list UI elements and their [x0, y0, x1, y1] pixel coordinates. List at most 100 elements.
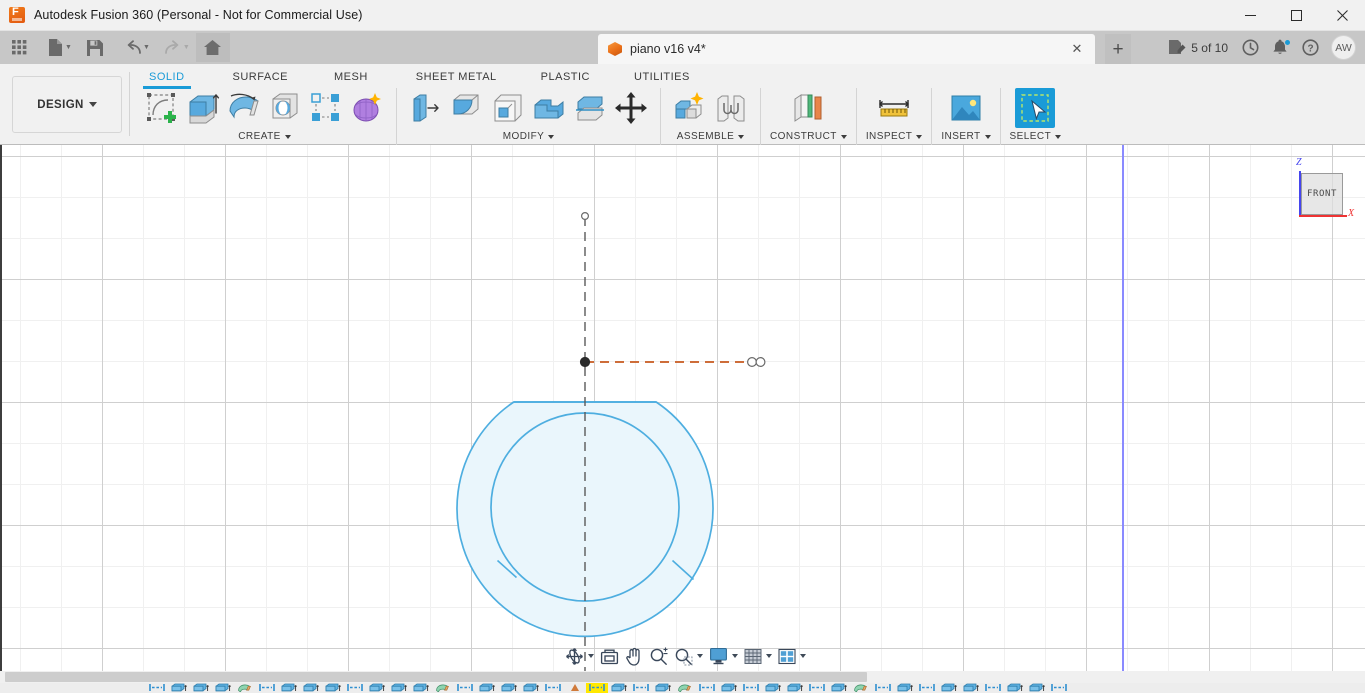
- tab-mesh[interactable]: MESH: [321, 66, 381, 89]
- timeline-node-sketch[interactable]: [630, 683, 652, 693]
- timeline-node-extrude[interactable]: [322, 683, 344, 693]
- timeline-node-revolve[interactable]: [674, 683, 696, 693]
- panel-create-label[interactable]: CREATE: [238, 131, 291, 142]
- form-button[interactable]: [347, 88, 387, 128]
- scrollbar-thumb[interactable]: [5, 672, 867, 682]
- clock-icon[interactable]: [1236, 35, 1264, 61]
- orbit-button[interactable]: [562, 645, 587, 667]
- close-icon[interactable]: ✕: [1069, 41, 1085, 57]
- joint-button[interactable]: [711, 88, 751, 128]
- panel-inspect-label[interactable]: INSPECT: [866, 131, 923, 142]
- timeline-node-extrude[interactable]: [1026, 683, 1048, 693]
- grid-snaps-caret-icon[interactable]: [766, 654, 772, 658]
- timeline-node-extrude[interactable]: [366, 683, 388, 693]
- insert-image-button[interactable]: [946, 88, 986, 128]
- timeline-node-sketch[interactable]: [806, 683, 828, 693]
- timeline-node-extrude[interactable]: [190, 683, 212, 693]
- shell-button[interactable]: [488, 88, 528, 128]
- create-sketch-button[interactable]: [142, 88, 182, 128]
- horizontal-scrollbar[interactable]: [0, 671, 1365, 683]
- construct-plane-button[interactable]: [788, 88, 828, 128]
- timeline-node-sketch[interactable]: [1048, 683, 1070, 693]
- timeline-node-extrude[interactable]: [212, 683, 234, 693]
- split-face-button[interactable]: [570, 88, 610, 128]
- timeline-node-sketch[interactable]: [542, 683, 564, 693]
- sweep-button[interactable]: [265, 88, 305, 128]
- timeline-node-extrude[interactable]: [520, 683, 542, 693]
- timeline-node-extrude[interactable]: [938, 683, 960, 693]
- timeline-node-revolve[interactable]: [850, 683, 872, 693]
- fit-button[interactable]: [671, 645, 696, 667]
- display-settings-button[interactable]: [706, 645, 731, 667]
- timeline-node-sketch[interactable]: [256, 683, 278, 693]
- look-at-button[interactable]: [597, 645, 622, 667]
- timeline-node-extrude[interactable]: [828, 683, 850, 693]
- timeline-node-extrude[interactable]: [410, 683, 432, 693]
- timeline-node-sketch[interactable]: [454, 683, 476, 693]
- timeline-node-extrude[interactable]: [784, 683, 806, 693]
- timeline-node-extrude[interactable]: [476, 683, 498, 693]
- viewcube-front-face[interactable]: FRONT: [1301, 173, 1343, 215]
- view-cube[interactable]: Z X FRONT: [1281, 157, 1354, 225]
- panel-insert-label[interactable]: INSERT: [941, 131, 991, 142]
- new-component-button[interactable]: [670, 88, 710, 128]
- timeline-node-sketch[interactable]: [586, 683, 608, 693]
- timeline-node-extrude[interactable]: [652, 683, 674, 693]
- pattern-button[interactable]: [306, 88, 346, 128]
- help-icon[interactable]: ?: [1296, 35, 1324, 61]
- avatar[interactable]: AW: [1331, 35, 1356, 60]
- measure-button[interactable]: [874, 88, 914, 128]
- timeline-node-sketch[interactable]: [740, 683, 762, 693]
- viewport-layout-caret-icon[interactable]: [800, 654, 806, 658]
- timeline-node-sketch[interactable]: [982, 683, 1004, 693]
- undo-icon[interactable]: [119, 35, 147, 61]
- timeline-node-extrude[interactable]: [960, 683, 982, 693]
- timeline-node-revolve[interactable]: [234, 683, 256, 693]
- minimize-button[interactable]: [1227, 0, 1273, 31]
- combine-button[interactable]: [529, 88, 569, 128]
- display-settings-caret-icon[interactable]: [732, 654, 738, 658]
- tab-solid[interactable]: SOLID: [136, 66, 198, 89]
- extrude-button[interactable]: [183, 88, 223, 128]
- timeline-node-sketch[interactable]: [916, 683, 938, 693]
- panel-select-label[interactable]: SELECT: [1010, 131, 1062, 142]
- app-grid-icon[interactable]: [5, 35, 33, 61]
- panel-assemble-label[interactable]: ASSEMBLE: [677, 131, 745, 142]
- timeline-node-sketch[interactable]: [696, 683, 718, 693]
- zoom-button[interactable]: [646, 645, 671, 667]
- timeline-node-extrude[interactable]: [894, 683, 916, 693]
- press-pull-button[interactable]: [406, 88, 446, 128]
- timeline-node-extrude[interactable]: [608, 683, 630, 693]
- redo-icon[interactable]: [159, 35, 187, 61]
- timeline[interactable]: [0, 683, 1365, 693]
- timeline-node-sketch[interactable]: [344, 683, 366, 693]
- tab-surface[interactable]: SURFACE: [220, 66, 301, 89]
- timeline-node-revolve[interactable]: [432, 683, 454, 693]
- tab-plastic[interactable]: PLASTIC: [528, 66, 603, 89]
- timeline-node-extrude[interactable]: [1004, 683, 1026, 693]
- home-icon[interactable]: [195, 33, 230, 62]
- workspace-selector[interactable]: DESIGN: [12, 76, 122, 133]
- viewport-layout-button[interactable]: [775, 645, 799, 667]
- revolve-button[interactable]: [224, 88, 264, 128]
- timeline-node-sketch[interactable]: [872, 683, 894, 693]
- timeline-node-extrude[interactable]: [718, 683, 740, 693]
- move-copy-button[interactable]: [611, 88, 651, 128]
- close-button[interactable]: [1319, 0, 1365, 31]
- timeline-node-extrude[interactable]: [300, 683, 322, 693]
- maximize-button[interactable]: [1273, 0, 1319, 31]
- panel-modify-label[interactable]: MODIFY: [503, 131, 555, 142]
- panel-construct-label[interactable]: CONSTRUCT: [770, 131, 847, 142]
- job-status-button[interactable]: 5 of 10: [1163, 40, 1234, 55]
- new-file-icon[interactable]: [41, 35, 69, 61]
- bell-icon[interactable]: [1266, 35, 1294, 61]
- timeline-node-extrude[interactable]: [498, 683, 520, 693]
- tab-sheet-metal[interactable]: SHEET METAL: [403, 66, 510, 89]
- timeline-node-marker[interactable]: [564, 683, 586, 693]
- timeline-node-extrude[interactable]: [168, 683, 190, 693]
- tab-utilities[interactable]: UTILITIES: [621, 66, 703, 89]
- select-button[interactable]: [1015, 88, 1056, 128]
- pan-button[interactable]: [622, 645, 646, 667]
- timeline-node-extrude[interactable]: [762, 683, 784, 693]
- orbit-caret-icon[interactable]: [588, 654, 594, 658]
